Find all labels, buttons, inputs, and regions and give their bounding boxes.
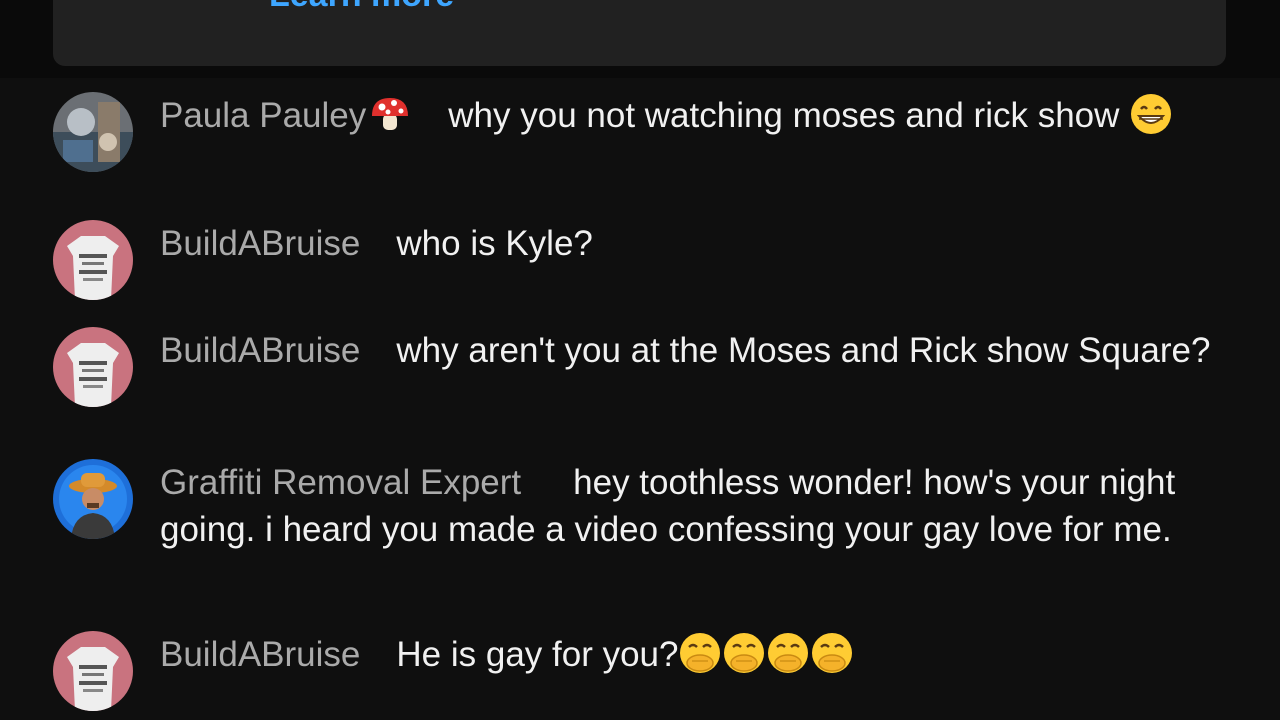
info-banner: Learn more [53,0,1226,66]
grinning-face-icon [1129,92,1173,136]
message-body: Paula Pauley why you not watching moses … [160,92,1230,139]
author-name[interactable]: Graffiti Removal Expert [160,463,521,502]
author-name[interactable]: BuildABruise [160,331,360,370]
message-text: why aren't you at the Moses and Rick sho… [396,331,1211,370]
chat-message-list[interactable]: Paula Pauley why you not watching moses … [0,78,1280,720]
avatar[interactable] [53,92,133,172]
face-with-hand-over-mouth-icon [678,631,722,675]
avatar[interactable] [53,459,133,539]
face-with-hand-over-mouth-icon [766,631,810,675]
live-chat-screen: Learn more Paula Pauley [0,0,1280,720]
message-text: who is Kyle? [396,224,593,263]
emoji-run [678,632,854,674]
message-body: Graffiti Removal Expert hey toothless won… [160,459,1230,553]
message-body: BuildABruise why aren't you at the Moses … [160,327,1230,374]
face-with-hand-over-mouth-icon [722,631,766,675]
avatar[interactable] [53,631,133,711]
message-text: why you not watching moses and rick show [448,96,1120,135]
message-body: BuildABruise He is gay for you? [160,631,1230,678]
author-name-text: Paula Pauley [160,96,367,135]
avatar[interactable] [53,220,133,300]
mushroom-icon [368,92,412,136]
header-band: Learn more [0,0,1280,78]
author-name[interactable]: BuildABruise [160,635,360,674]
message-body: BuildABruise who is Kyle? [160,220,1230,267]
learn-more-link[interactable]: Learn more [269,0,454,12]
face-with-hand-over-mouth-icon [810,631,854,675]
author-name[interactable]: BuildABruise [160,224,360,263]
avatar[interactable] [53,327,133,407]
message-text: He is gay for you? [396,635,679,674]
author-name[interactable]: Paula Pauley [160,96,412,135]
